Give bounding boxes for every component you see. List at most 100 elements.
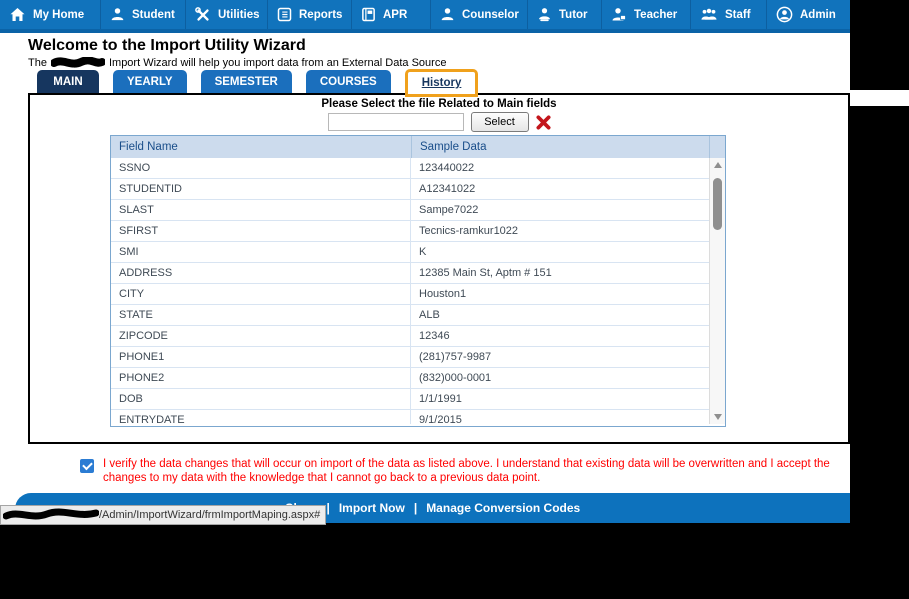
tab-courses[interactable]: COURSES xyxy=(305,70,391,93)
student-icon xyxy=(111,8,124,21)
table-row: SLAST Sampe7022 xyxy=(111,200,709,221)
sample-data-cell: Sampe7022 xyxy=(419,204,479,216)
sample-data-cell: 12385 Main St, Aptm # 151 xyxy=(419,267,552,279)
sample-data-cell: (832)000-0001 xyxy=(419,372,492,384)
file-path-input[interactable] xyxy=(327,113,464,131)
table-row: STATE ALB xyxy=(111,305,709,326)
sample-data-cell: ALB xyxy=(419,309,440,321)
nav-item-label: APR xyxy=(383,8,408,21)
verify-section: I verify the data changes that will occu… xyxy=(80,457,836,485)
nav-item-label: Reports xyxy=(299,8,343,21)
field-name-cell: PHONE2 xyxy=(111,368,411,388)
table-row: CITY Houston1 xyxy=(111,284,709,305)
field-name-cell: ZIPCODE xyxy=(111,326,411,346)
table-row: SSNO 123440022 xyxy=(111,158,709,179)
sample-data-cell: Houston1 xyxy=(419,288,467,300)
nav-item-label: Staff xyxy=(725,8,751,21)
sample-data-cell: A12341022 xyxy=(419,183,476,195)
table-row: PHONE1 (281)757-9987 xyxy=(111,347,709,368)
field-name-cell: ENTRYDATE xyxy=(111,410,411,424)
file-select-row: Select xyxy=(30,112,848,132)
status-url-text: /Admin/ImportWizard/frmImportMaping.aspx… xyxy=(99,509,321,521)
table-row: PHONE2 (832)000-0001 xyxy=(111,368,709,389)
url-redaction-scribble xyxy=(3,508,99,520)
nav-item-my-home[interactable]: My Home xyxy=(0,0,100,29)
tab-semester[interactable]: SEMESTER xyxy=(200,70,292,93)
sample-data-cell: (281)757-9987 xyxy=(419,351,492,363)
tab-yearly[interactable]: YEARLY xyxy=(113,70,187,93)
nav-item-label: Counselor xyxy=(462,8,519,21)
page-subtitle: The Import Wizard will help you import d… xyxy=(28,57,446,69)
white-gap-right-band xyxy=(850,90,909,106)
column-header-sample-data: Sample Data xyxy=(411,136,709,158)
sample-data-cell: Tecnics-ramkur1022 xyxy=(419,225,519,237)
nav-item-utilities[interactable]: Utilities xyxy=(185,0,267,29)
table-rows: SSNO 123440022 STUDENTID A12341022 SLAST Sa… xyxy=(111,158,709,424)
counselor-icon xyxy=(441,8,454,21)
verify-checkbox[interactable] xyxy=(80,459,94,473)
page-title: Welcome to the Import Utility Wizard xyxy=(28,37,306,54)
nav-item-student[interactable]: Student xyxy=(100,0,185,29)
sample-data-cell: 12346 xyxy=(419,330,450,342)
verify-statement: I verify the data changes that will occu… xyxy=(103,458,830,484)
sample-data-cell: 9/1/2015 xyxy=(419,414,462,424)
nav-item-admin[interactable]: Admin xyxy=(766,0,850,29)
status-url-tooltip: /Admin/ImportWizard/frmImportMaping.aspx… xyxy=(0,505,327,525)
sample-data-cell: K xyxy=(419,246,427,258)
manage-conversion-codes-button[interactable]: Manage Conversion Codes xyxy=(426,501,580,515)
reports-icon xyxy=(277,7,292,22)
table-row: ZIPCODE 12346 xyxy=(111,326,709,347)
nav-item-label: Teacher xyxy=(634,8,678,21)
utilities-icon xyxy=(195,6,209,21)
scroll-up-arrow-icon[interactable] xyxy=(710,158,725,172)
wizard-content-panel: Please Select the file Related to Main f… xyxy=(28,93,850,444)
nav-item-staff[interactable]: Staff xyxy=(690,0,766,29)
scroll-down-arrow-icon[interactable] xyxy=(710,410,725,424)
table-row: STUDENTID A12341022 xyxy=(111,179,709,200)
table-row: ENTRYDATE 9/1/2015 xyxy=(111,410,709,424)
field-name-cell: ADDRESS xyxy=(111,263,411,283)
staff-icon xyxy=(701,8,717,20)
field-name-cell: CITY xyxy=(111,284,411,304)
field-name-cell: SFIRST xyxy=(111,221,411,241)
import-utility-wizard-page: My Home Student Utilities Reports APR Co… xyxy=(0,0,909,599)
subtitle-prefix: The xyxy=(28,57,47,69)
table-row: SFIRST Tecnics-ramkur1022 xyxy=(111,221,709,242)
nav-item-teacher[interactable]: Teacher xyxy=(601,0,690,29)
teacher-icon xyxy=(612,7,626,20)
red-x-icon[interactable] xyxy=(535,114,551,130)
admin-icon xyxy=(776,6,793,23)
table-body: SSNO 123440022 STUDENTID A12341022 SLAST Sa… xyxy=(111,158,725,424)
wizard-tabs: MAIN YEARLY SEMESTER COURSES History xyxy=(37,69,492,97)
nav-item-label: Tutor xyxy=(559,8,588,21)
table-header-row: Field Name Sample Data xyxy=(111,136,725,158)
black-bottom-band xyxy=(0,523,850,599)
table-row: SMI K xyxy=(111,242,709,263)
scrollbar-thumb[interactable] xyxy=(713,178,722,230)
tab-history[interactable]: History xyxy=(404,69,479,97)
table-row: ADDRESS 12385 Main St, Aptm # 151 xyxy=(111,263,709,284)
tutor-icon xyxy=(539,8,550,22)
home-icon xyxy=(10,7,25,21)
tab-main[interactable]: MAIN xyxy=(37,70,99,93)
subtitle-suffix: Import Wizard will help you import data … xyxy=(108,57,447,69)
nav-item-label: Utilities xyxy=(218,8,260,21)
column-header-field-name: Field Name xyxy=(119,141,178,153)
top-navbar: My Home Student Utilities Reports APR Co… xyxy=(0,0,850,33)
select-file-button[interactable]: Select xyxy=(470,112,529,132)
file-select-prompt: Please Select the file Related to Main f… xyxy=(321,98,557,110)
nav-item-apr[interactable]: APR xyxy=(351,0,430,29)
nav-item-label: Admin xyxy=(800,8,836,21)
field-name-cell: STATE xyxy=(111,305,411,325)
import-now-button[interactable]: Import Now xyxy=(339,501,405,515)
nav-item-tutor[interactable]: Tutor xyxy=(527,0,601,29)
field-name-cell: PHONE1 xyxy=(111,347,411,367)
column-header-scrollbar-spacer xyxy=(709,136,725,158)
field-name-cell: DOB xyxy=(111,389,411,409)
nav-item-reports[interactable]: Reports xyxy=(267,0,351,29)
nav-item-counselor[interactable]: Counselor xyxy=(430,0,527,29)
field-name-cell: SMI xyxy=(111,242,411,262)
nav-item-label: My Home xyxy=(33,8,85,21)
vertical-scrollbar[interactable] xyxy=(709,158,725,424)
field-name-cell: STUDENTID xyxy=(111,179,411,199)
